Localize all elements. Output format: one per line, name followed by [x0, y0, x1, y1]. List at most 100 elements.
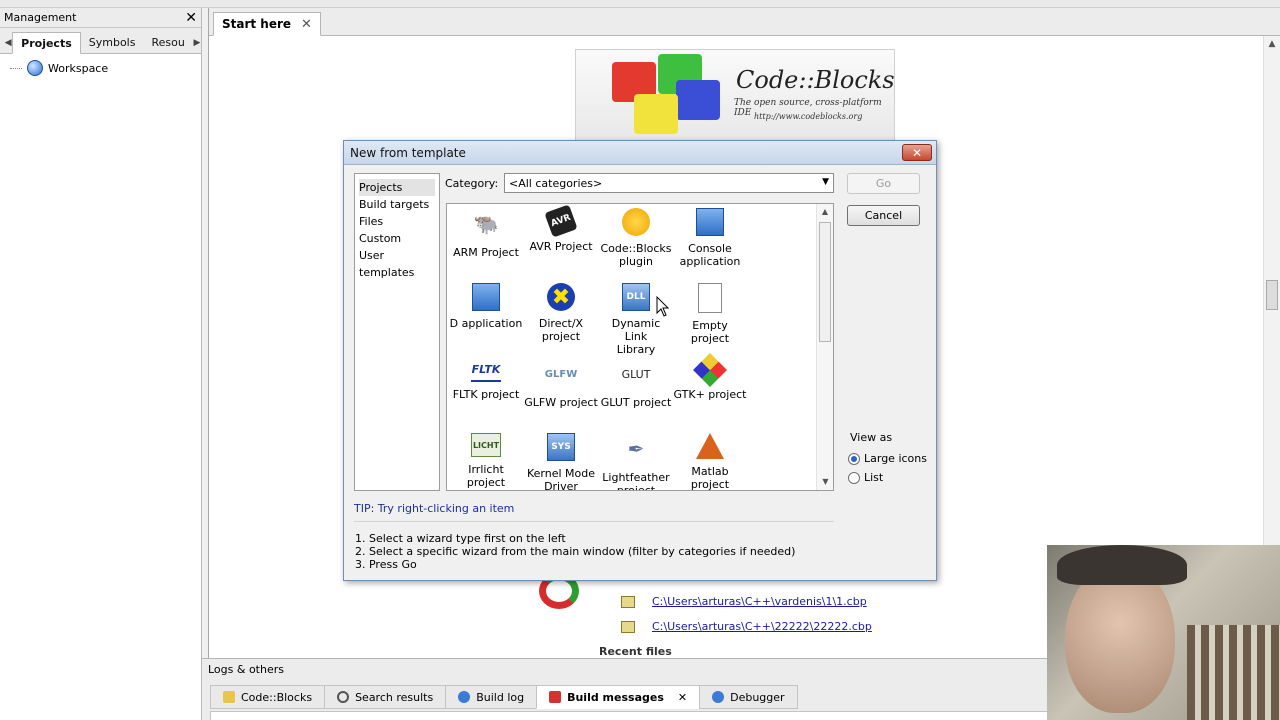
chevron-down-icon: ▼: [822, 177, 829, 187]
project-icon: [621, 621, 635, 633]
tab-label: Build messages: [567, 690, 664, 704]
category-value: <All categories>: [509, 176, 603, 190]
scroll-thumb[interactable]: [1266, 280, 1278, 310]
radio-label: Large icons: [864, 452, 927, 465]
presenter-hair-image: [1057, 545, 1187, 585]
recent-files-heading: Recent files: [599, 645, 672, 658]
gear-icon: [458, 691, 471, 703]
template-label: AVR Project: [529, 240, 593, 253]
template-type-list: Projects Build targets Files Custom User…: [354, 173, 440, 491]
category-select[interactable]: <All categories> ▼: [504, 173, 834, 193]
template-label: Direct/X: [538, 317, 584, 330]
tab-build-log[interactable]: Build log: [445, 685, 538, 709]
cube-icon: [676, 80, 720, 120]
radio-label: List: [864, 471, 884, 484]
new-from-template-dialog: New from template ✕ Projects Build targe…: [343, 140, 937, 581]
pin-icon: [549, 691, 562, 703]
template-console-application[interactable]: Console application: [673, 208, 747, 268]
template-matlab-project[interactable]: Matlab project: [673, 433, 747, 490]
template-label: Empty project: [690, 319, 730, 345]
tree-connector: [10, 67, 22, 69]
template-grid-scrollbar[interactable]: ▲ ▼: [816, 204, 833, 490]
template-label: GLFW project: [524, 396, 598, 409]
close-icon[interactable]: ✕: [185, 11, 197, 25]
puzzle-icon: [622, 208, 650, 236]
template-label: Dynamic Link: [611, 317, 661, 343]
recent-project-link[interactable]: C:\Users\arturas\C++\vardenis\1\1.cbp: [652, 595, 867, 608]
template-directx-project[interactable]: ✖ Direct/X project: [524, 283, 598, 343]
template-label: project: [616, 484, 656, 491]
template-glut-project[interactable]: GLUT GLUT project: [599, 358, 673, 410]
scroll-down-icon[interactable]: ▼: [817, 474, 833, 490]
mouse-cursor-icon: [656, 296, 670, 317]
opengl-icon: GLUT: [621, 367, 651, 381]
template-label: GTK+ project: [673, 388, 747, 401]
template-label: Code::Blocks: [600, 242, 672, 255]
template-label: plugin: [618, 255, 654, 268]
template-label: application: [679, 255, 741, 268]
list-item-projects[interactable]: Projects: [359, 179, 435, 196]
toolbar-strip: [0, 0, 1280, 8]
project-icon: [621, 596, 635, 608]
tab-label: Debugger: [730, 690, 785, 704]
template-empty-project[interactable]: Empty project: [673, 283, 747, 345]
scroll-thumb[interactable]: [819, 222, 831, 342]
dialog-titlebar[interactable]: New from template: [344, 141, 936, 165]
list-item-files[interactable]: Files: [359, 213, 435, 230]
cancel-button[interactable]: Cancel: [847, 205, 920, 226]
close-icon[interactable]: ✕: [902, 144, 932, 161]
opengl-icon: GLFW: [544, 368, 578, 380]
list-item-custom[interactable]: Custom: [359, 230, 435, 247]
window-icon: [696, 208, 724, 236]
chevron-left-icon[interactable]: ◀: [4, 33, 12, 53]
recent-project-link[interactable]: C:\Users\arturas\C++\22222\22222.cbp: [652, 620, 872, 633]
template-d-application[interactable]: D application: [449, 283, 523, 330]
tab-codeblocks-log[interactable]: Code::Blocks: [210, 685, 326, 709]
presenter-face-image: [1065, 563, 1175, 713]
sys-icon: SYS: [547, 433, 575, 461]
radio-button[interactable]: [848, 471, 860, 484]
radio-button[interactable]: [848, 452, 860, 465]
template-gtk-project[interactable]: GTK+ project: [673, 353, 747, 401]
note-icon: [223, 691, 235, 703]
tab-projects[interactable]: Projects: [12, 32, 81, 54]
template-kernel-mode-driver[interactable]: SYS Kernel Mode Driver: [524, 433, 598, 491]
scroll-up-icon[interactable]: ▲: [1264, 36, 1280, 53]
dialog-title: New from template: [350, 145, 466, 160]
template-codeblocks-plugin[interactable]: Code::Blocks plugin: [599, 208, 673, 268]
close-icon[interactable]: ✕: [678, 691, 687, 704]
template-lightfeather-project[interactable]: ✒ Lightfeather project: [599, 433, 673, 491]
template-label: Driver: [544, 480, 578, 491]
chevron-right-icon[interactable]: ▶: [193, 33, 201, 53]
webcam-overlay: [1047, 545, 1280, 720]
tab-start-here[interactable]: Start here ✕: [213, 12, 321, 36]
scroll-up-icon[interactable]: ▲: [817, 204, 833, 220]
radio-large-icons[interactable]: Large icons: [848, 452, 927, 465]
management-panel: Management ✕ ◀ Projects Symbols Resou ▶ …: [0, 8, 202, 720]
template-dynamic-link-library[interactable]: DLL Dynamic Link Library: [599, 283, 673, 356]
template-avr-project[interactable]: AVR AVR Project: [524, 204, 598, 253]
template-fltk-project[interactable]: FLTK FLTK project: [449, 358, 523, 402]
close-icon[interactable]: ✕: [301, 17, 312, 32]
template-glfw-project[interactable]: GLFW GLFW project: [524, 358, 598, 410]
tree-item-label: Workspace: [48, 61, 109, 75]
template-label: GLUT project: [600, 396, 672, 409]
radio-list[interactable]: List: [848, 471, 883, 484]
tab-build-messages[interactable]: Build messages ✕: [536, 685, 701, 709]
template-label: Kernel Mode: [526, 467, 596, 480]
bookshelf-image: [1187, 625, 1280, 720]
tab-search-results[interactable]: Search results: [324, 685, 447, 709]
tab-resources[interactable]: Resou: [143, 31, 192, 53]
tree-item-workspace[interactable]: Workspace: [10, 60, 191, 76]
instruction-step: 2. Select a specific wizard from the mai…: [355, 545, 796, 558]
template-arm-project[interactable]: 🐃 ARM Project: [449, 208, 523, 260]
go-button[interactable]: Go: [847, 173, 920, 194]
list-item-build-targets[interactable]: Build targets: [359, 196, 435, 213]
tab-debugger[interactable]: Debugger: [699, 685, 798, 709]
list-item-user-templates[interactable]: User templates: [359, 247, 435, 279]
tab-symbols[interactable]: Symbols: [81, 31, 144, 53]
template-irrlicht-project[interactable]: LICHT Irrlicht project: [449, 433, 523, 489]
instruction-step: 3. Press Go: [355, 558, 417, 571]
category-label: Category:: [445, 177, 499, 190]
tip-text: TIP: Try right-clicking an item: [354, 502, 515, 515]
